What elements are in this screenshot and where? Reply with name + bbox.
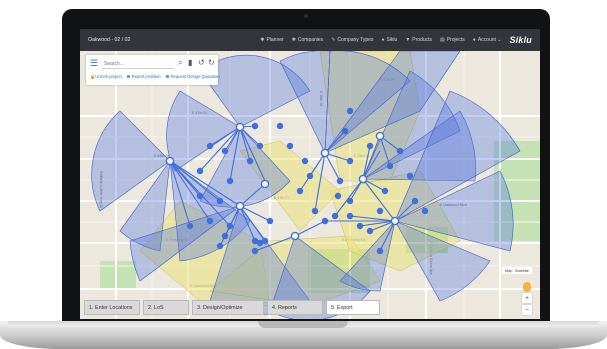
request-quotation-label: Request Design Quotation xyxy=(170,74,220,79)
report-problem-label: Report problem xyxy=(131,74,161,79)
panel-links: 🔒Unlock project ❶ Report problem ❶ Reque… xyxy=(90,74,220,80)
workflow-steps: 1. Enter Locations 2. LoS 3. Design/Opti… xyxy=(84,300,380,315)
nav-company-types-label: Company Types xyxy=(337,37,374,43)
request-quotation-link[interactable]: ❶ Request Design Quotation xyxy=(166,74,220,80)
nav-planner-label: Planner xyxy=(266,37,284,43)
step-reports[interactable]: 4. Reports xyxy=(267,300,323,315)
layers-icon[interactable]: ▮ xyxy=(188,58,192,68)
projects-icon: ▤ xyxy=(440,37,445,43)
nav-company-types[interactable]: ✎ Company Types xyxy=(331,37,373,43)
planner-icon: ✱ xyxy=(260,37,265,43)
camera-dot xyxy=(304,14,308,18)
zoom-out-button[interactable]: − xyxy=(522,305,532,315)
step-design-optimize[interactable]: 3. Design/Optimize xyxy=(192,300,264,315)
nav-companies[interactable]: ✱ Companies xyxy=(292,37,324,43)
siklu-logo: Siklu xyxy=(509,35,532,45)
main-nav: ✱ Planner ✱ Companies ✎ Company Types ● Sikl… xyxy=(260,35,532,45)
top-navigation-bar: Oakwood - 02 / 02 ✱ Planner ✱ Companies ✎ C… xyxy=(80,29,540,51)
app-screen: Oakwood - 02 / 02 ✱ Planner ✱ Companies ✎ C… xyxy=(80,29,540,319)
nav-products[interactable]: ▼ Products xyxy=(405,37,432,43)
map-type-toggle[interactable]: Map Satellite xyxy=(501,267,532,274)
nav-planner[interactable]: ✱ Planner xyxy=(260,37,283,43)
hamburger-menu-icon[interactable]: ☰ xyxy=(90,59,98,68)
step-enter-locations[interactable]: 1. Enter Locations xyxy=(84,300,140,315)
zoom-in-button[interactable]: + xyxy=(522,293,532,303)
search-input[interactable] xyxy=(102,59,174,69)
account-icon: ● xyxy=(472,37,476,43)
companies-icon: ✱ xyxy=(291,37,296,43)
project-title: Oakwood - 02 / 02 xyxy=(88,37,131,43)
user-icon: ● xyxy=(381,37,385,43)
laptop-notch xyxy=(258,321,348,328)
network-map[interactable]: E 47th St E 49th St E 53rd St E 47th Pl … xyxy=(80,51,540,319)
nav-siklu[interactable]: ● Siklu xyxy=(381,37,397,43)
unlock-project-label: Unlock project xyxy=(95,74,122,79)
company-types-icon: ✎ xyxy=(331,37,336,43)
street-view-pegman-icon[interactable] xyxy=(523,282,531,292)
project-tools-panel: ☰ ⌕ ▮ ↺ ↻ 🔒Unlock project ❶ Report probl… xyxy=(86,55,220,85)
nav-projects[interactable]: ▤ Projects xyxy=(440,37,465,43)
nav-siklu-label: Siklu xyxy=(386,37,398,43)
map-type-satellite[interactable]: Satellite xyxy=(515,268,529,273)
nav-products-label: Products xyxy=(412,37,432,43)
redo-icon[interactable]: ↻ xyxy=(208,58,215,68)
nav-projects-label: Projects xyxy=(446,37,465,43)
search-icon[interactable]: ⌕ xyxy=(178,58,182,68)
step-export[interactable]: 5. Export xyxy=(326,300,380,315)
products-icon: ▼ xyxy=(405,37,411,43)
nav-account-label: Account ⌄ xyxy=(477,37,502,43)
unlock-project-link[interactable]: 🔒Unlock project xyxy=(90,74,122,80)
map-type-map[interactable]: Map xyxy=(505,268,513,273)
park-area xyxy=(100,261,136,289)
report-problem-link[interactable]: ❶ Report problem xyxy=(127,74,161,80)
nav-account[interactable]: ● Account ⌄ xyxy=(473,37,502,43)
step-los[interactable]: 2. LoS xyxy=(143,300,189,315)
nav-companies-label: Companies xyxy=(297,37,324,43)
undo-icon[interactable]: ↺ xyxy=(198,58,205,68)
